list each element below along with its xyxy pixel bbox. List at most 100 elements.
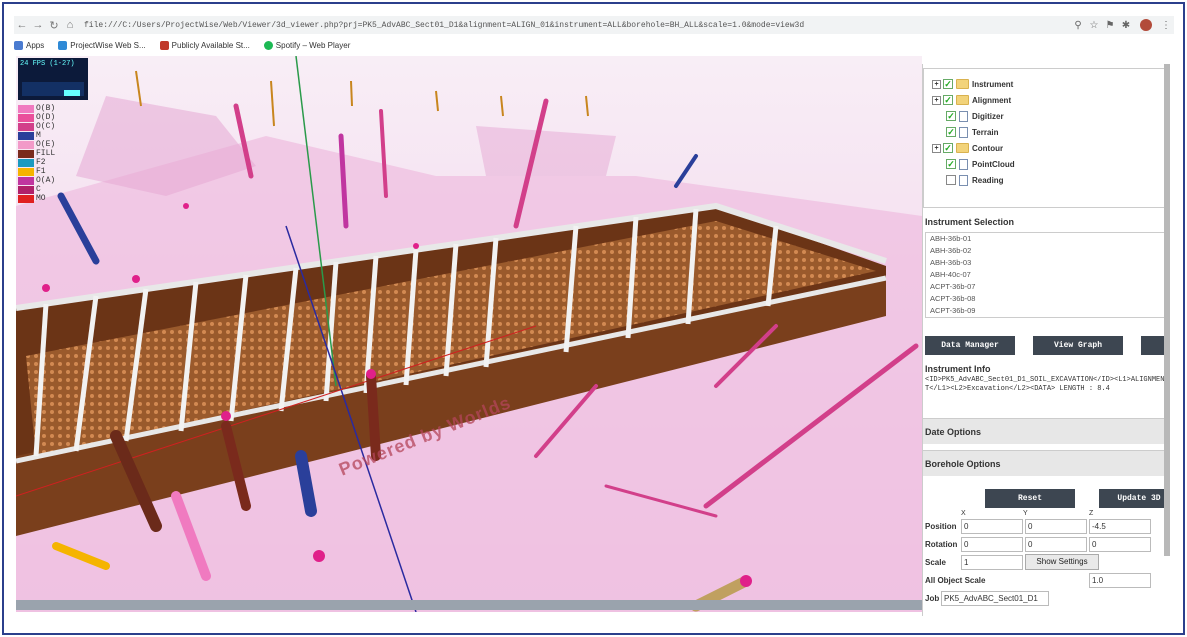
- show-settings-button[interactable]: Show Settings: [1025, 554, 1099, 570]
- list-item[interactable]: ABH-36b-02: [926, 245, 1164, 257]
- legend-item: F2: [18, 158, 55, 167]
- legend-item: O(C): [18, 122, 55, 131]
- job-input[interactable]: PK5_AdvABC_Sect01_D1: [941, 591, 1049, 606]
- tree-item-instrument[interactable]: + ✓ Instrument: [932, 77, 1013, 91]
- position-label: Position: [925, 522, 957, 531]
- tree-item-digitizer[interactable]: ✓ Digitizer: [946, 109, 1004, 123]
- list-item[interactable]: ABH-40c-07: [926, 269, 1164, 281]
- checkbox[interactable]: ✓: [946, 127, 956, 137]
- reload-icon[interactable]: ↻: [46, 19, 62, 32]
- checkbox[interactable]: ✓: [946, 159, 956, 169]
- back-icon[interactable]: ←: [14, 19, 30, 31]
- job-label: Job: [925, 594, 940, 603]
- instrument-info-title: Instrument Info: [925, 364, 991, 374]
- document-icon: [959, 126, 968, 138]
- bookmark-apps[interactable]: Apps: [14, 40, 44, 50]
- legend-item: O(A): [18, 176, 55, 185]
- checkbox[interactable]: ✓: [943, 143, 953, 153]
- apps-icon: [14, 40, 23, 50]
- expand-icon[interactable]: +: [932, 95, 941, 105]
- instrument-selection-title: Instrument Selection: [925, 217, 1015, 227]
- star-icon[interactable]: ☆: [1086, 20, 1102, 31]
- forward-icon[interactable]: →: [30, 19, 46, 31]
- checkbox[interactable]: ✓: [946, 175, 956, 185]
- checkbox[interactable]: ✓: [943, 79, 953, 89]
- legend-item: C: [18, 185, 55, 194]
- all-object-scale-label: All Object Scale: [925, 576, 986, 585]
- tree-item-alignment[interactable]: + ✓ Alignment: [932, 93, 1011, 107]
- bookmark-publicly-available[interactable]: Publicly Available St...: [159, 40, 250, 50]
- search-icon[interactable]: ⚲: [1070, 20, 1086, 31]
- url-field[interactable]: file:///C:/Users/ProjectWise/Web/Viewer/…: [78, 21, 1070, 30]
- axis-label-y: Y: [1023, 510, 1028, 517]
- instrument-list[interactable]: ABH-36b-01 ABH-36b-02 ABH-36b-03 ABH-40c…: [925, 232, 1165, 318]
- list-item[interactable]: ABH-36b-03: [926, 257, 1164, 269]
- tree-item-contour[interactable]: + ✓ Contour: [932, 141, 1003, 155]
- legend-item: FILL: [18, 149, 55, 158]
- home-icon[interactable]: ⌂: [62, 19, 78, 31]
- scale-input[interactable]: 1: [961, 555, 1023, 570]
- legend-item: F1: [18, 167, 55, 176]
- list-item[interactable]: ACPT-36b-07: [926, 281, 1164, 293]
- legend-item: M: [18, 131, 55, 140]
- document-icon: [959, 110, 968, 122]
- axis-label-z: Z: [1089, 510, 1094, 517]
- all-object-scale-input[interactable]: 1.0: [1089, 573, 1151, 588]
- puzzle-icon[interactable]: ✱: [1118, 20, 1134, 31]
- legend-item: O(D): [18, 113, 55, 122]
- position-x-input[interactable]: 0: [961, 519, 1023, 534]
- document-icon: [959, 174, 968, 186]
- borehole-options-section[interactable]: Borehole Options: [923, 450, 1165, 476]
- expand-icon[interactable]: +: [932, 79, 941, 89]
- bookmark-projectwise[interactable]: ProjectWise Web S...: [58, 40, 146, 50]
- legend-item: O(B): [18, 104, 55, 113]
- rotation-y-input[interactable]: 0: [1025, 537, 1087, 552]
- folder-icon: [956, 143, 969, 153]
- profile-avatar[interactable]: [1140, 19, 1152, 31]
- position-z-input[interactable]: -4.5: [1089, 519, 1151, 534]
- menu-icon[interactable]: ⋮: [1158, 20, 1174, 31]
- fps-graph: [22, 82, 84, 96]
- list-item[interactable]: ACPT-36b-09: [926, 305, 1164, 317]
- position-y-input[interactable]: 0: [1025, 519, 1087, 534]
- bookmarks-bar: Apps ProjectWise Web S... Publicly Avail…: [14, 36, 350, 54]
- folder-icon: [956, 95, 969, 105]
- document-icon: [959, 158, 968, 170]
- tree-item-reading[interactable]: ✓Reading: [946, 173, 1004, 187]
- 3d-scene[interactable]: [16, 56, 922, 612]
- update-3d-button[interactable]: Update 3D: [1099, 489, 1167, 508]
- rotation-z-input[interactable]: 0: [1089, 537, 1151, 552]
- scale-label: Scale: [925, 558, 946, 567]
- projectwise-icon: [58, 40, 68, 50]
- instrument-info-text: <ID>PK5_AdvABC_Sect01_D1_SOIL_EXCAVATION…: [925, 376, 1165, 393]
- reset-button[interactable]: Reset: [985, 489, 1075, 508]
- spotify-icon: [263, 40, 273, 50]
- rotation-label: Rotation: [925, 540, 958, 549]
- control-panel: + ✓ Instrument + ✓ Alignment ✓ Digitizer ✓ Ter…: [922, 64, 1167, 616]
- folder-icon: [956, 79, 969, 89]
- 3d-viewport[interactable]: 24 FPS (1-27) O(B) O(D) O(C) M O(E) FILL…: [16, 56, 922, 612]
- pdf-icon: [159, 40, 169, 50]
- soil-legend: O(B) O(D) O(C) M O(E) FILL F2 F1 O(A) C …: [18, 104, 55, 203]
- data-manager-button[interactable]: Data Manager: [925, 336, 1015, 355]
- tree-item-pointcloud[interactable]: ✓ PointCloud: [946, 157, 1015, 171]
- date-options-section[interactable]: Date Options: [923, 418, 1165, 444]
- extension-icon[interactable]: ⚑: [1102, 20, 1118, 31]
- list-item[interactable]: ACPT-36b-08: [926, 293, 1164, 305]
- fps-counter: 24 FPS (1-27): [18, 58, 88, 100]
- view-graph-button[interactable]: View Graph: [1033, 336, 1123, 355]
- axis-label-x: X: [961, 510, 966, 517]
- panel-scrollbar[interactable]: [1164, 64, 1170, 556]
- browser-address-bar: ← → ↻ ⌂ file:///C:/Users/ProjectWise/Web…: [14, 16, 1174, 34]
- list-item[interactable]: ABH-36b-01: [926, 233, 1164, 245]
- legend-item: O(E): [18, 140, 55, 149]
- legend-item: MO: [18, 194, 55, 203]
- layer-tree: + ✓ Instrument + ✓ Alignment ✓ Digitizer ✓ Ter…: [923, 68, 1165, 208]
- expand-icon[interactable]: +: [932, 143, 941, 153]
- bookmark-spotify[interactable]: Spotify – Web Player: [263, 40, 350, 50]
- checkbox[interactable]: ✓: [946, 111, 956, 121]
- viewport-scrollbar[interactable]: [16, 600, 922, 610]
- checkbox[interactable]: ✓: [943, 95, 953, 105]
- rotation-x-input[interactable]: 0: [961, 537, 1023, 552]
- tree-item-terrain[interactable]: ✓ Terrain: [946, 125, 999, 139]
